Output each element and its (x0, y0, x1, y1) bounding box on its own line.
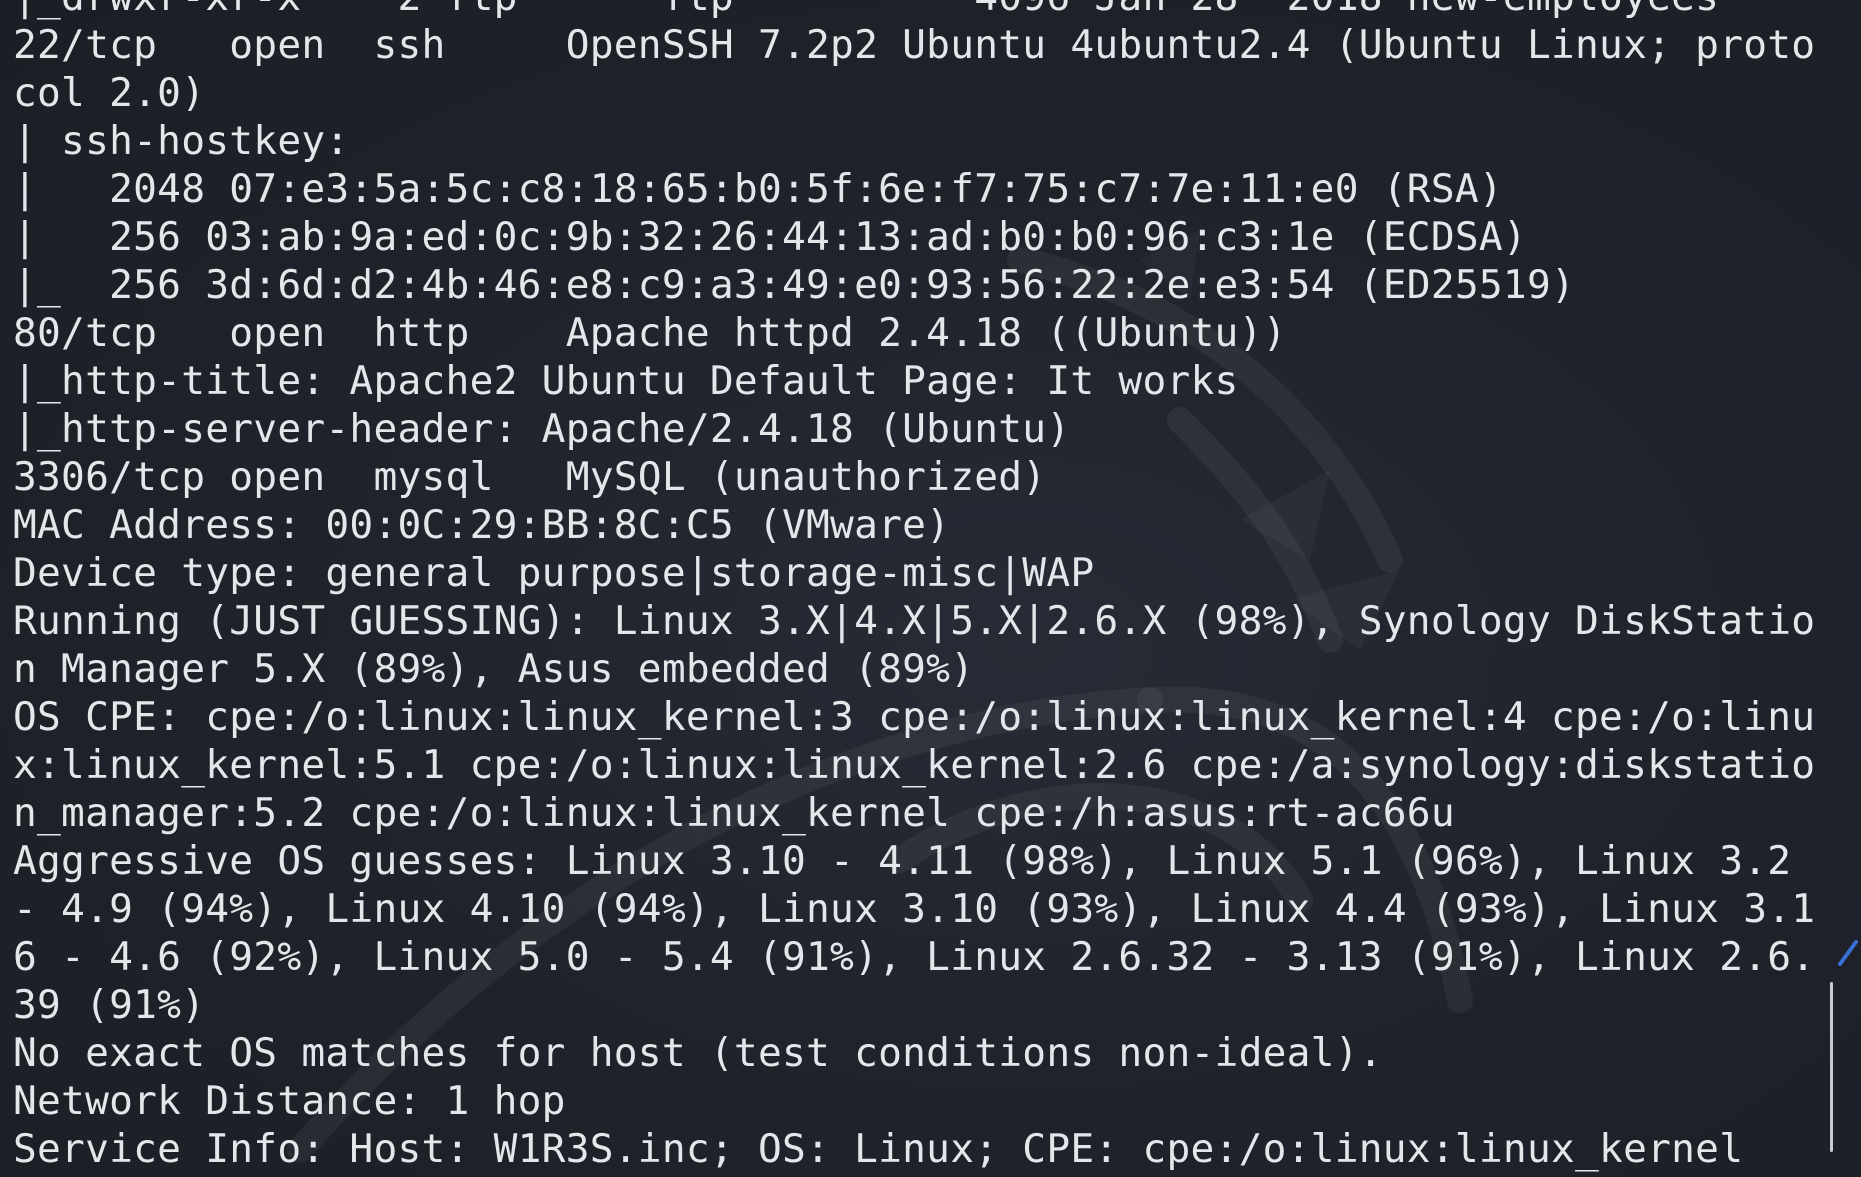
terminal-line: 80/tcp open http Apache httpd 2.4.18 ((U… (13, 310, 1287, 356)
terminal-line: 6 - 4.6 (92%), Linux 5.0 - 5.4 (91%), Li… (13, 934, 1816, 980)
scrollbar-thumb[interactable] (1830, 982, 1833, 1152)
terminal-line: |_drwxr-xr-x 2 ftp ftp 4096 Jan 28 2018 … (13, 0, 1815, 21)
terminal-line: col 2.0) (13, 70, 206, 116)
terminal-line: Aggressive OS guesses: Linux 3.10 - 4.11… (13, 838, 1792, 884)
terminal-line: | 256 03:ab:9a:ed:0c:9b:32:26:44:13:ad:b… (13, 214, 1527, 260)
terminal-line: |_http-title: Apache2 Ubuntu Default Pag… (13, 358, 1239, 404)
terminal-line: | ssh-hostkey: (13, 118, 350, 164)
terminal-line: n_manager:5.2 cpe:/o:linux:linux_kernel … (13, 790, 1455, 836)
edge-glint-icon (1838, 940, 1858, 966)
terminal-line: x:linux_kernel:5.1 cpe:/o:linux:linux_ke… (13, 742, 1816, 788)
terminal-output: |_drwxr-xr-x 2 ftp ftp 4096 Jan 28 2018 … (13, 0, 1815, 1173)
terminal-line: Device type: general purpose|storage-mis… (13, 550, 1095, 596)
terminal-line: OS CPE: cpe:/o:linux:linux_kernel:3 cpe:… (13, 694, 1816, 740)
terminal-line: - 4.9 (94%), Linux 4.10 (94%), Linux 3.1… (13, 886, 1816, 932)
terminal-line: n Manager 5.X (89%), Asus embedded (89%) (13, 646, 975, 692)
terminal-line: Running (JUST GUESSING): Linux 3.X|4.X|5… (13, 598, 1816, 644)
terminal-line: |_http-server-header: Apache/2.4.18 (Ubu… (13, 406, 1071, 452)
terminal-line: | 2048 07:e3:5a:5c:c8:18:65:b0:5f:6e:f7:… (13, 166, 1503, 212)
terminal-line: Service Info: Host: W1R3S.inc; OS: Linux… (13, 1126, 1744, 1172)
terminal-window[interactable]: |_drwxr-xr-x 2 ftp ftp 4096 Jan 28 2018 … (0, 0, 1861, 1177)
terminal-line: Network Distance: 1 hop (13, 1078, 566, 1124)
terminal-line: MAC Address: 00:0C:29:BB:8C:C5 (VMware) (13, 502, 951, 548)
terminal-line: No exact OS matches for host (test condi… (13, 1030, 1383, 1076)
terminal-line: 22/tcp open ssh OpenSSH 7.2p2 Ubuntu 4ub… (13, 22, 1816, 68)
terminal-line: 39 (91%) (13, 982, 206, 1028)
terminal-line: |_ 256 3d:6d:d2:4b:46:e8:c9:a3:49:e0:93:… (13, 262, 1576, 308)
terminal-line: 3306/tcp open mysql MySQL (unauthorized) (13, 454, 1047, 500)
